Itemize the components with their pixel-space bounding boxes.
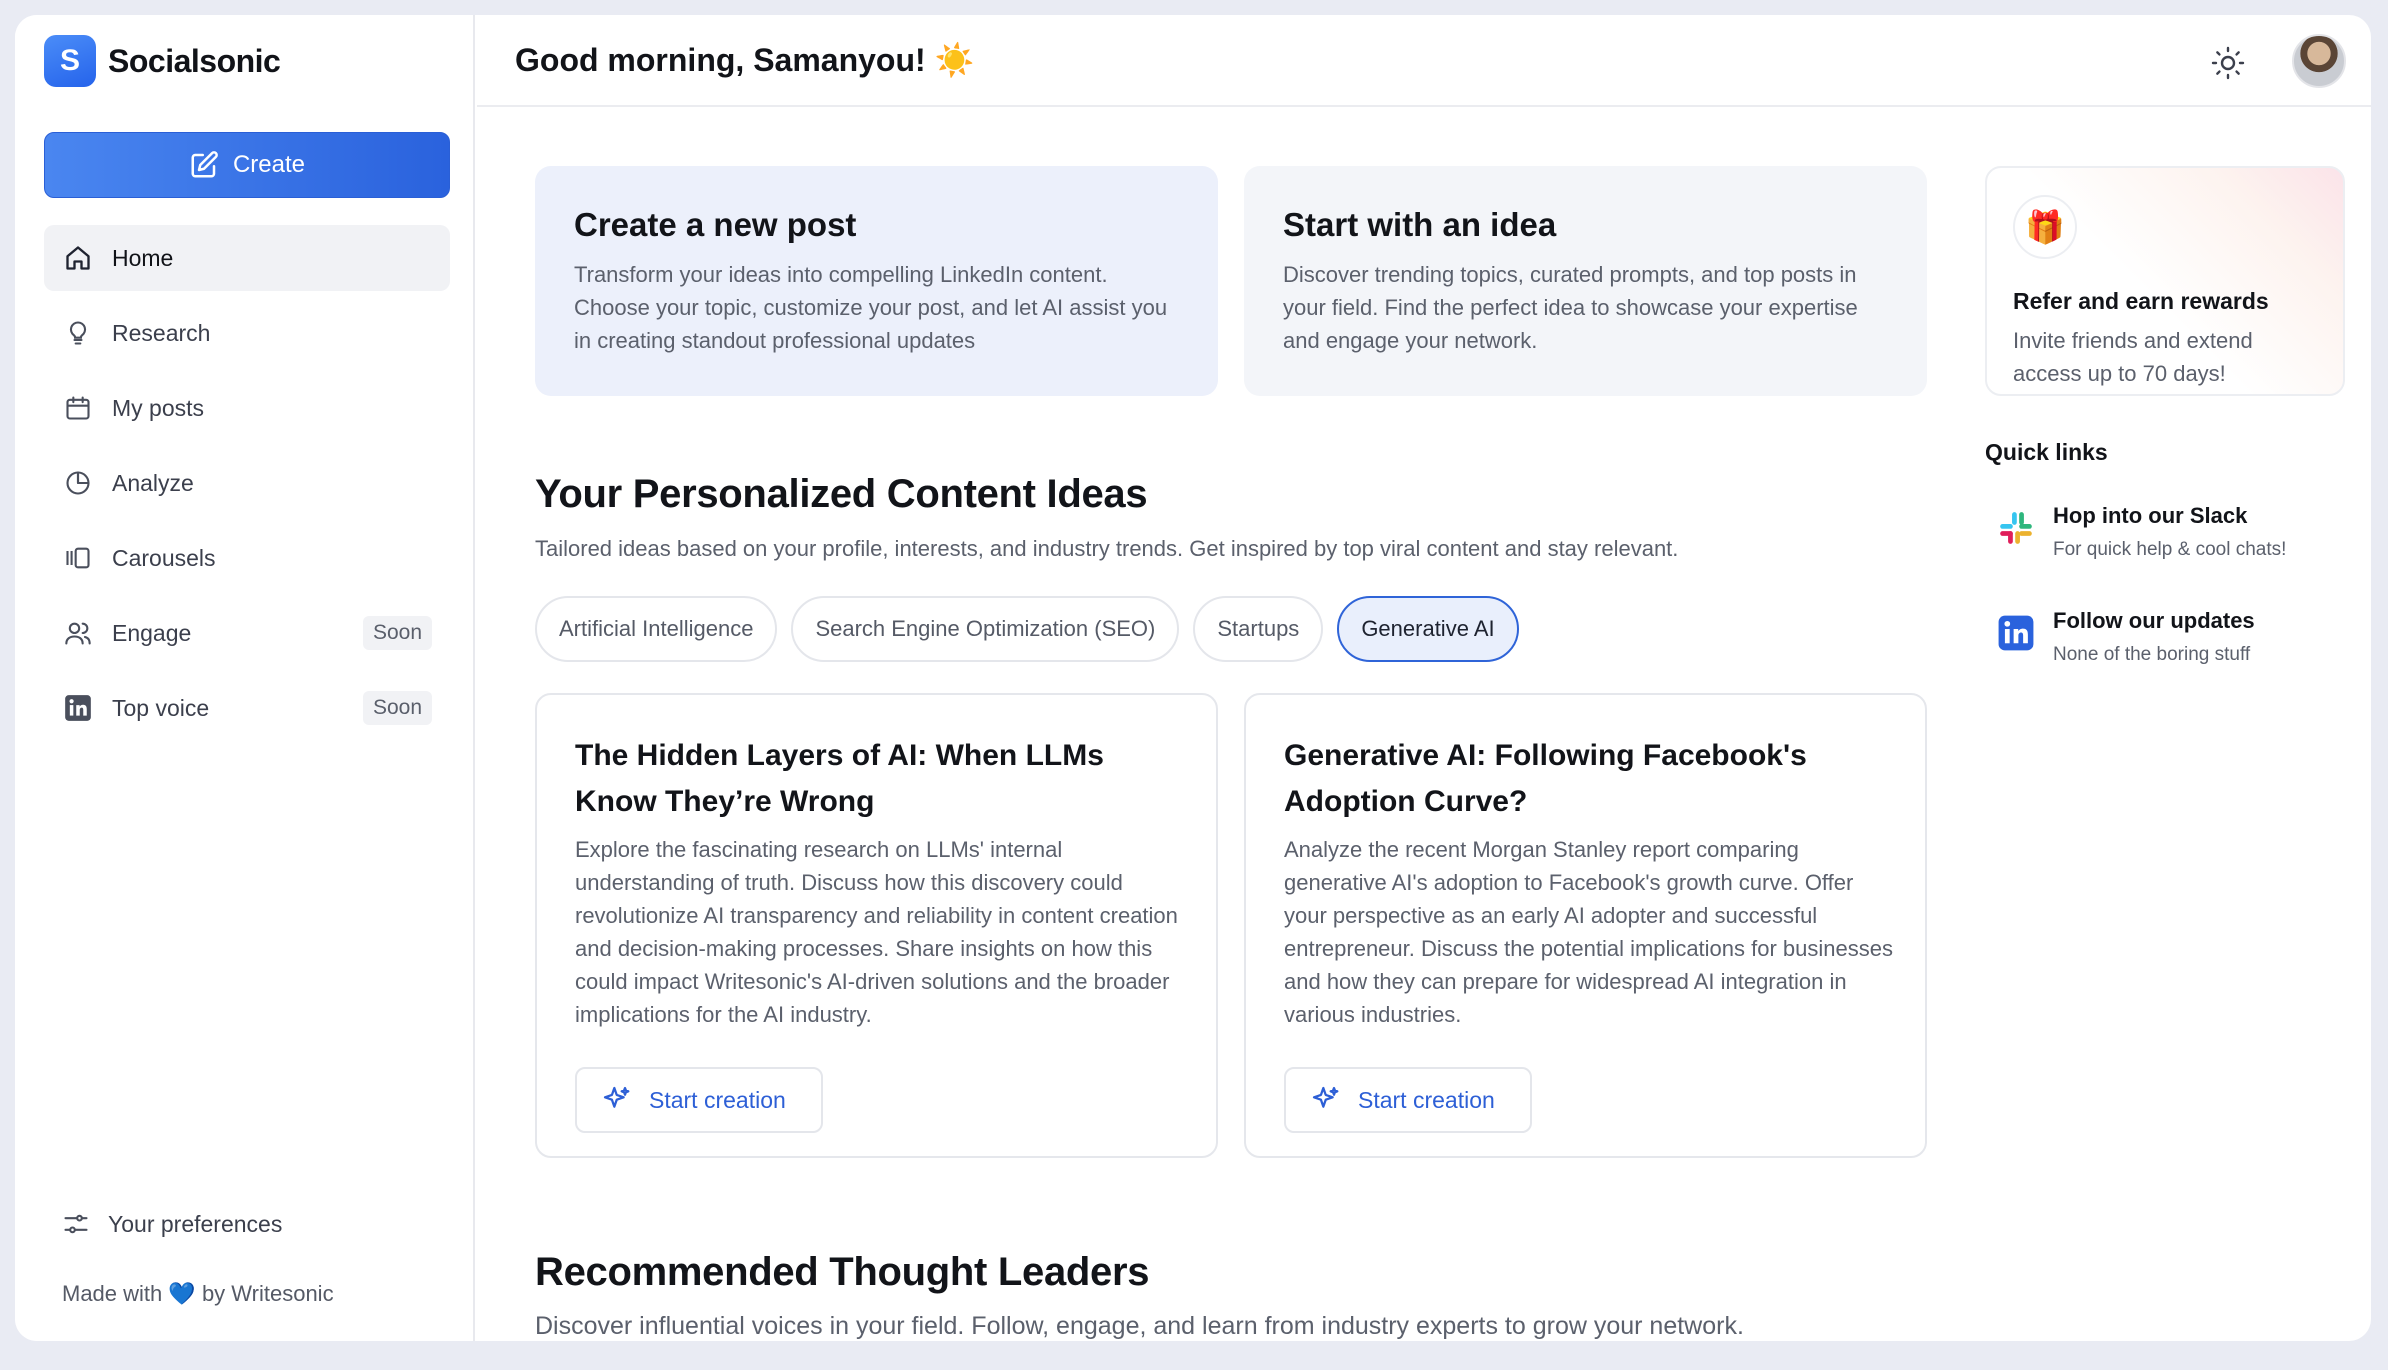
linkedin-icon	[62, 692, 94, 724]
idea-card: The Hidden Layers of AI: When LLMs Know …	[535, 693, 1218, 1158]
chip-startups[interactable]: Startups	[1193, 596, 1324, 662]
create-label: Create	[232, 151, 306, 178]
users-icon	[62, 617, 94, 649]
brand[interactable]: S Socialsonic	[44, 35, 281, 87]
gift-icon: 🎁	[2013, 195, 2077, 259]
chip-seo[interactable]: Search Engine Optimization (SEO)	[791, 596, 1180, 662]
sidebar-item-label: Engage	[112, 619, 192, 646]
card-title: Create a new post	[574, 206, 857, 243]
card-title: Start with an idea	[1283, 206, 1557, 243]
create-button[interactable]: Create	[44, 132, 450, 198]
made-with-text: Made with	[62, 1281, 163, 1306]
create-post-card[interactable]: Create a new post Transform your ideas i…	[535, 166, 1218, 396]
app-window: S Socialsonic Create Home Research My po…	[15, 15, 2371, 1341]
sidebar-item-research[interactable]: Research	[44, 300, 450, 366]
chip-generative-ai[interactable]: Generative AI	[1337, 596, 1519, 662]
refer-card[interactable]: 🎁 Refer and earn rewards Invite friends …	[1985, 166, 2345, 396]
sidebar-item-label: Research	[112, 319, 211, 346]
greeting: Good morning, Samanyou! ☀️	[515, 41, 974, 79]
sidebar-item-top-voice[interactable]: Top voice Soon	[44, 675, 450, 741]
start-creation-button[interactable]: Start creation	[575, 1067, 823, 1133]
top-header: Good morning, Samanyou! ☀️	[477, 15, 2371, 107]
sun-emoji-icon: ☀️	[934, 42, 975, 78]
slack-icon	[2000, 512, 2032, 544]
soon-badge: Soon	[362, 616, 432, 650]
made-with-footer: Made with 💙 by Writesonic	[62, 1281, 334, 1307]
quick-link-subtitle: For quick help & cool chats!	[2053, 539, 2287, 560]
chip-artificial-intelligence[interactable]: Artificial Intelligence	[535, 596, 778, 662]
sidebar-item-label: Top voice	[112, 694, 210, 721]
card-description: Discover trending topics, curated prompt…	[1283, 262, 1858, 353]
quick-link-title: Hop into our Slack	[2053, 503, 2248, 528]
preferences-label: Your preferences	[108, 1210, 283, 1237]
edit-icon	[191, 151, 218, 178]
sidebar-item-analyze[interactable]: Analyze	[44, 450, 450, 516]
sidebar-nav: Home Research My posts Analyze Carousels…	[44, 225, 450, 750]
brand-name: Socialsonic	[108, 42, 281, 79]
refer-title: Refer and earn rewards	[2013, 288, 2269, 314]
sidebar: S Socialsonic Create Home Research My po…	[15, 15, 475, 1341]
by-writesonic-link[interactable]: by Writesonic	[202, 1281, 334, 1306]
start-with-idea-card[interactable]: Start with an idea Discover trending top…	[1244, 166, 1927, 396]
home-icon	[62, 242, 94, 274]
idea-title: Generative AI: Following Facebook's Adop…	[1284, 739, 1807, 818]
lightbulb-icon	[62, 317, 94, 349]
sidebar-item-my-posts[interactable]: My posts	[44, 375, 450, 441]
start-creation-button[interactable]: Start creation	[1284, 1067, 1532, 1133]
sun-icon	[2211, 46, 2245, 80]
theme-toggle-button[interactable]	[2210, 45, 2246, 81]
brand-logo-icon: S	[44, 35, 96, 87]
sidebar-item-home[interactable]: Home	[44, 225, 450, 291]
sidebar-item-label: Analyze	[112, 469, 194, 496]
idea-description: Analyze the recent Morgan Stanley report…	[1284, 837, 1893, 1027]
soon-badge: Soon	[362, 691, 432, 725]
leaders-section-title: Recommended Thought Leaders	[535, 1250, 1150, 1294]
quick-link-title: Follow our updates	[2053, 608, 2255, 633]
card-description: Transform your ideas into compelling Lin…	[574, 262, 1168, 353]
start-creation-label: Start creation	[649, 1086, 786, 1113]
quick-link-linkedin[interactable]: Follow our updates None of the boring st…	[1997, 608, 2255, 666]
sidebar-item-label: My posts	[112, 394, 205, 421]
idea-card: Generative AI: Following Facebook's Adop…	[1244, 693, 1927, 1158]
quick-link-slack[interactable]: Hop into our Slack For quick help & cool…	[1997, 503, 2286, 561]
avatar[interactable]	[2292, 34, 2346, 88]
sidebar-item-engage[interactable]: Engage Soon	[44, 600, 450, 666]
heart-icon: 💙	[168, 1281, 196, 1306]
sidebar-item-label: Home	[112, 244, 174, 271]
topic-chips: Artificial Intelligence Search Engine Op…	[535, 596, 1519, 662]
quick-links-title: Quick links	[1985, 439, 2108, 465]
sliders-icon	[64, 1214, 88, 1234]
greeting-text: Good morning, Samanyou!	[515, 42, 926, 78]
ideas-section-description: Tailored ideas based on your profile, in…	[535, 536, 1679, 561]
start-creation-label: Start creation	[1358, 1086, 1495, 1113]
sparkle-icon	[1312, 1086, 1339, 1108]
sidebar-item-carousels[interactable]: Carousels	[44, 525, 450, 591]
leaders-section-description: Discover influential voices in your fiel…	[535, 1312, 1744, 1340]
pie-chart-icon	[62, 467, 94, 499]
calendar-icon	[62, 392, 94, 424]
sidebar-item-label: Carousels	[112, 544, 216, 571]
ideas-section-title: Your Personalized Content Ideas	[535, 472, 1148, 516]
idea-description: Explore the fascinating research on LLMs…	[575, 837, 1178, 1027]
carousel-icon	[62, 542, 94, 574]
linkedin-icon	[1998, 615, 2034, 651]
preferences-link[interactable]: Your preferences	[44, 1210, 282, 1238]
idea-title: The Hidden Layers of AI: When LLMs Know …	[575, 739, 1104, 818]
quick-link-subtitle: None of the boring stuff	[2053, 644, 2251, 665]
sparkle-icon	[603, 1086, 630, 1108]
refer-description: Invite friends and extend access up to 7…	[2013, 328, 2253, 386]
